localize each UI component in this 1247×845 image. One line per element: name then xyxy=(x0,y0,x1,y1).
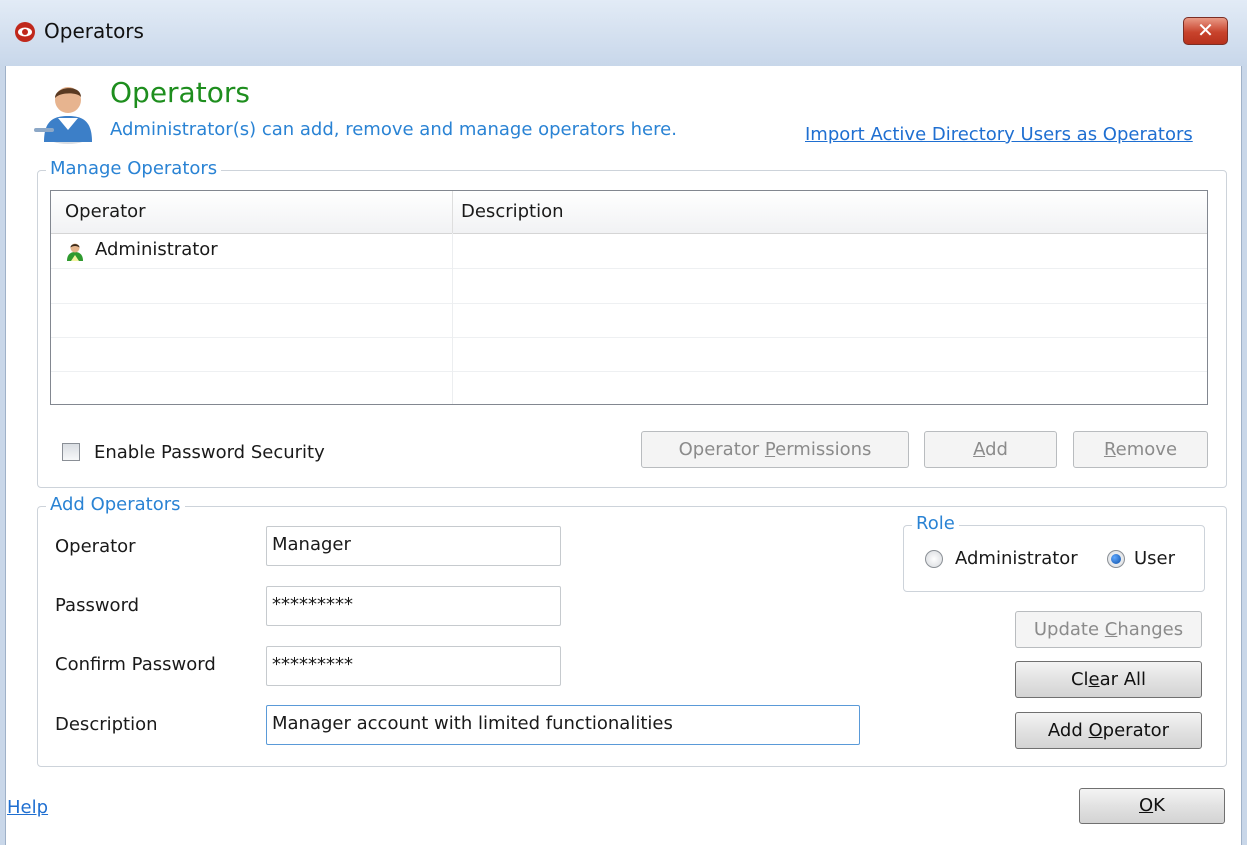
operators-list[interactable]: Operator Description Administrator xyxy=(50,190,1208,405)
window-title: Operators xyxy=(44,19,144,43)
description-label: Description xyxy=(55,714,158,735)
red-eye-icon xyxy=(15,22,35,42)
remove-button[interactable]: Remove xyxy=(1073,431,1208,468)
operator-input[interactable]: Manager xyxy=(266,526,561,566)
column-header-operator[interactable]: Operator xyxy=(65,201,146,222)
table-row xyxy=(51,269,1207,304)
ok-button[interactable]: OK xyxy=(1079,788,1225,824)
column-divider[interactable] xyxy=(452,191,453,233)
manage-operators-legend: Manage Operators xyxy=(46,158,222,179)
table-row xyxy=(51,337,1207,372)
list-header: Operator Description xyxy=(51,191,1207,234)
row-operator-name: Administrator xyxy=(95,239,218,260)
password-input[interactable]: ********* xyxy=(266,586,561,626)
role-legend: Role xyxy=(912,513,959,534)
table-row xyxy=(51,371,1207,404)
clear-all-button[interactable]: Clear All xyxy=(1015,661,1202,698)
role-administrator-radio[interactable] xyxy=(925,550,943,568)
help-link[interactable]: Help xyxy=(7,797,48,818)
description-input[interactable]: Manager account with limited functionali… xyxy=(266,705,860,745)
table-row xyxy=(51,303,1207,338)
close-button[interactable]: ✕ xyxy=(1183,17,1228,45)
enable-password-security-label[interactable]: Enable Password Security xyxy=(94,442,325,463)
operator-permissions-button[interactable]: Operator Permissions xyxy=(641,431,909,468)
import-ad-users-link[interactable]: Import Active Directory Users as Operato… xyxy=(805,124,1193,145)
add-button[interactable]: Add xyxy=(924,431,1057,468)
role-user-label[interactable]: User xyxy=(1134,548,1175,569)
role-administrator-label[interactable]: Administrator xyxy=(955,548,1078,569)
page-title: Operators xyxy=(110,76,250,109)
page-subtitle: Administrator(s) can add, remove and man… xyxy=(110,119,677,140)
title-bar[interactable] xyxy=(0,0,1247,67)
column-header-description[interactable]: Description xyxy=(461,201,564,222)
green-user-icon xyxy=(67,243,83,261)
confirm-password-input[interactable]: ********* xyxy=(266,646,561,686)
window-frame-right xyxy=(1241,66,1247,845)
update-changes-button[interactable]: Update Changes xyxy=(1015,611,1202,648)
password-label: Password xyxy=(55,595,140,616)
add-operators-legend: Add Operators xyxy=(46,494,185,515)
enable-password-security-checkbox[interactable] xyxy=(62,443,80,461)
table-row[interactable]: Administrator xyxy=(51,234,1207,269)
confirm-password-label: Confirm Password xyxy=(55,654,216,675)
add-operator-button[interactable]: Add Operator xyxy=(1015,712,1202,749)
role-user-radio[interactable] xyxy=(1107,550,1125,568)
operator-person-icon xyxy=(34,87,92,144)
operator-label: Operator xyxy=(55,536,136,557)
column-gridline xyxy=(452,233,453,404)
